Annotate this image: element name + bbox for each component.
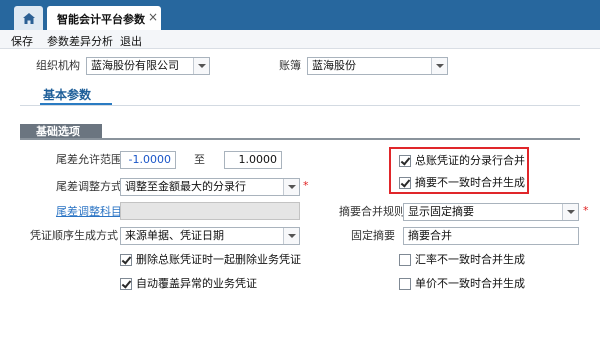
org-value: 蓝海股份有限公司 (91, 59, 179, 72)
adjust-mode-value: 调整至金额最大的分录行 (125, 180, 246, 193)
book-label: 账簿 (279, 59, 301, 72)
auto-overwrite-checkbox[interactable] (120, 278, 132, 290)
tolerance-max-value: 1.0000 (238, 153, 278, 166)
sequence-value: 来源单据、凭证日期 (125, 229, 224, 242)
tolerance-label: 尾差允许范围 (56, 153, 122, 166)
required-mark: * (303, 179, 309, 192)
group-divider (20, 138, 580, 140)
group-header: 基础选项 (20, 124, 102, 139)
tab-accounting-params[interactable]: 智能会计平台参数 × (47, 6, 161, 30)
home-icon (22, 12, 35, 24)
group-title: 基础选项 (36, 125, 80, 138)
divider (20, 105, 580, 106)
adjust-subject-link[interactable]: 尾差调整科目 (56, 205, 122, 219)
rate-merge-label: 汇率不一致时合并生成 (415, 253, 525, 266)
close-icon[interactable]: × (148, 10, 158, 24)
chevron-down-icon[interactable] (562, 204, 578, 220)
fixed-abstract-label: 固定摘要 (351, 229, 395, 242)
param-diff-menu-item[interactable]: 参数差异分析 (47, 33, 113, 49)
abstract-merge-checkbox[interactable] (399, 177, 411, 189)
chevron-down-icon[interactable] (431, 58, 447, 74)
price-merge-checkbox[interactable] (399, 278, 411, 290)
tab-basic-params[interactable]: 基本参数 (43, 88, 91, 102)
adjust-mode-label: 尾差调整方式 (56, 180, 122, 193)
delete-summary-label: 删除总账凭证时一起删除业务凭证 (136, 253, 301, 266)
fixed-abstract-value: 摘要合并 (408, 229, 452, 242)
price-merge-label: 单价不一致时合并生成 (415, 277, 525, 290)
auto-overwrite-label: 自动覆盖异常的业务凭证 (136, 277, 257, 290)
rate-merge-checkbox[interactable] (399, 254, 411, 266)
org-select[interactable]: 蓝海股份有限公司 (86, 57, 210, 75)
abstract-rule-value: 显示固定摘要 (408, 205, 474, 218)
adjust-subject-input (120, 202, 300, 220)
tolerance-min-input[interactable]: -1.0000 (120, 151, 176, 169)
required-mark: * (583, 204, 589, 217)
sequence-label: 凭证顺序生成方式 (30, 229, 118, 242)
merge-entries-label: 总账凭证的分录行合并 (415, 154, 525, 167)
home-tab[interactable] (14, 6, 43, 30)
org-label: 组织机构 (36, 59, 80, 72)
tolerance-to-label: 至 (194, 153, 205, 166)
delete-summary-checkbox[interactable] (120, 254, 132, 266)
chevron-down-icon[interactable] (283, 228, 299, 244)
fixed-abstract-input[interactable]: 摘要合并 (403, 227, 579, 245)
book-select[interactable]: 蓝海股份 (307, 57, 448, 75)
abstract-merge-label: 摘要不一致时合并生成 (415, 176, 525, 189)
chevron-down-icon[interactable] (283, 179, 299, 195)
menu-bar: 保存 参数差异分析 退出 (0, 30, 600, 49)
tab-bar: 智能会计平台参数 × (0, 0, 600, 30)
merge-entries-checkbox[interactable] (399, 155, 411, 167)
tolerance-min-value: -1.0000 (128, 153, 171, 166)
abstract-rule-label: 摘要合并规则 (339, 205, 405, 218)
save-menu-item[interactable]: 保存 (11, 33, 33, 49)
tab-title: 智能会计平台参数 (57, 13, 145, 26)
abstract-rule-select[interactable]: 显示固定摘要 (403, 203, 579, 221)
sequence-select[interactable]: 来源单据、凭证日期 (120, 227, 300, 245)
exit-menu-item[interactable]: 退出 (120, 33, 142, 49)
adjust-mode-select[interactable]: 调整至金额最大的分录行 (120, 178, 300, 196)
chevron-down-icon[interactable] (193, 58, 209, 74)
tolerance-max-input[interactable]: 1.0000 (224, 151, 282, 169)
book-value: 蓝海股份 (312, 59, 356, 72)
